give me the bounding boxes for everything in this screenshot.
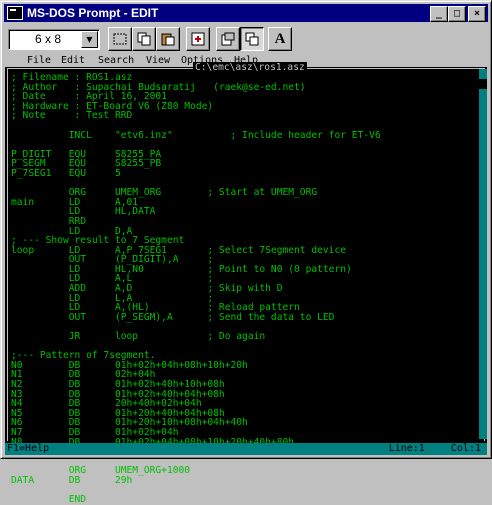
scrollbar-thumb[interactable] xyxy=(479,79,487,89)
background-button[interactable] xyxy=(240,27,264,51)
status-bar: F1=Help Line:1 Col:1 xyxy=(5,443,487,455)
vertical-scrollbar[interactable] xyxy=(479,69,487,439)
menu-edit[interactable]: Edit xyxy=(61,55,85,67)
line-indicator: Line:1 xyxy=(388,443,425,454)
chevron-down-icon[interactable]: ▼ xyxy=(81,31,98,48)
copy-button[interactable] xyxy=(132,27,156,51)
paste-button[interactable] xyxy=(156,27,180,51)
menu-view[interactable]: View xyxy=(146,55,170,67)
code-line: OUT (P_SEGM),A ; Send the data to LED xyxy=(11,311,335,323)
close-button[interactable]: × xyxy=(468,6,486,22)
font-button[interactable]: A xyxy=(268,27,292,51)
properties-button[interactable] xyxy=(216,27,240,51)
code-line: P_7SEG1 EQU 5 xyxy=(11,167,121,179)
toolbar: 6 x 8 ▼ A xyxy=(4,24,488,54)
font-size-value: 6 x 8 xyxy=(35,32,62,46)
ms-dos-window: MS-DOS Prompt - EDIT _ □ × 6 x 8 ▼ A Fil… xyxy=(0,0,492,504)
col-indicator: Col:1 xyxy=(450,443,481,454)
ms-dos-app-icon[interactable] xyxy=(7,6,23,20)
font-icon: A xyxy=(274,30,286,47)
code-line: ; Note : Test RRD xyxy=(11,110,133,122)
help-hint: F1=Help xyxy=(7,443,50,454)
paste-icon xyxy=(161,33,175,46)
background-icon xyxy=(245,32,259,46)
properties-icon xyxy=(221,32,235,46)
menu-file[interactable]: File xyxy=(27,55,51,67)
cursor-position: Line:1 Col:1 xyxy=(389,443,481,455)
code-line: INCL "etv6.inz" ; Include header for ET-… xyxy=(11,129,381,141)
minimize-button[interactable]: _ xyxy=(430,6,448,22)
code-line: END xyxy=(11,494,87,505)
code-line: DATA DB 29h xyxy=(11,474,133,486)
full-screen-button[interactable] xyxy=(186,27,210,51)
title-bar[interactable]: MS-DOS Prompt - EDIT _ □ × xyxy=(4,4,488,22)
window-title: MS-DOS Prompt - EDIT xyxy=(27,6,159,20)
code-line: JR loop ; Do again xyxy=(11,331,266,343)
mark-icon xyxy=(113,33,127,45)
copy-icon xyxy=(137,32,151,46)
mark-button[interactable] xyxy=(108,27,132,51)
dos-console[interactable]: File Edit Search View Options Help C:\em… xyxy=(5,55,487,504)
editor-text-area[interactable]: ; Filename : ROS1.asz; Author : Supachai… xyxy=(11,73,477,505)
maximize-button[interactable]: □ xyxy=(448,6,466,22)
full-screen-icon xyxy=(191,32,205,46)
menu-search[interactable]: Search xyxy=(98,55,134,67)
code-line: ORG UMEM_ORG+1000 xyxy=(11,465,191,477)
font-size-select[interactable]: 6 x 8 ▼ xyxy=(8,29,100,50)
